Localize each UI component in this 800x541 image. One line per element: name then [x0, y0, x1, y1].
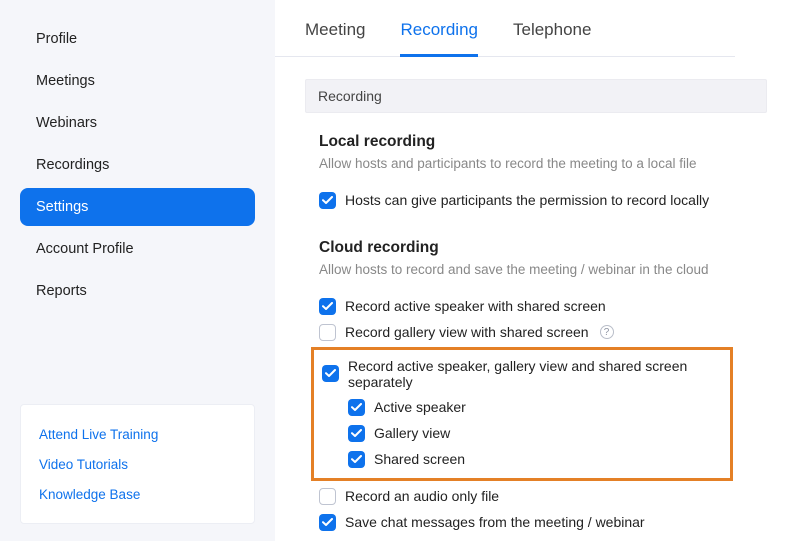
help-box: Attend Live Training Video Tutorials Kno… [20, 404, 255, 524]
opt-label: Hosts can give participants the permissi… [345, 192, 709, 208]
opt-label: Active speaker [374, 399, 466, 415]
section-cloud-recording: Cloud recording Allow hosts to record an… [275, 213, 800, 535]
checkbox-icon[interactable] [348, 425, 365, 442]
highlighted-options: Record active speaker, gallery view and … [311, 347, 733, 481]
section-local-recording: Local recording Allow hosts and particip… [275, 113, 800, 213]
opt-record-active-speaker-shared[interactable]: Record active speaker with shared screen [319, 293, 800, 319]
opt-hosts-give-permission[interactable]: Hosts can give participants the permissi… [319, 187, 800, 213]
opt-label: Gallery view [374, 425, 450, 441]
opt-record-separately[interactable]: Record active speaker, gallery view and … [318, 353, 726, 394]
opt-label: Record gallery view with shared screen [345, 324, 589, 340]
help-link-knowledge-base[interactable]: Knowledge Base [35, 479, 240, 509]
checkbox-icon[interactable] [319, 324, 336, 341]
opt-label: Shared screen [374, 451, 465, 467]
cloud-recording-desc: Allow hosts to record and save the meeti… [319, 261, 800, 279]
help-icon[interactable]: ? [600, 325, 614, 339]
sidebar: Profile Meetings Webinars Recordings Set… [0, 0, 275, 541]
sidebar-item-webinars[interactable]: Webinars [20, 104, 255, 142]
sidebar-nav: Profile Meetings Webinars Recordings Set… [20, 18, 255, 312]
checkbox-icon[interactable] [348, 399, 365, 416]
checkbox-icon[interactable] [319, 488, 336, 505]
tab-telephone[interactable]: Telephone [513, 20, 591, 57]
opt-label: Save chat messages from the meeting / we… [345, 514, 645, 530]
main-content: Meeting Recording Telephone Recording Lo… [275, 0, 800, 541]
help-link-training[interactable]: Attend Live Training [35, 419, 240, 449]
tab-meeting[interactable]: Meeting [305, 20, 365, 57]
opt-label: Record active speaker, gallery view and … [348, 358, 726, 390]
help-link-video-tutorials[interactable]: Video Tutorials [35, 449, 240, 479]
tabs: Meeting Recording Telephone [275, 0, 735, 57]
opt-save-chat[interactable]: Save chat messages from the meeting / we… [319, 509, 800, 535]
opt-sub-gallery-view[interactable]: Gallery view [318, 420, 726, 446]
opt-record-audio-only[interactable]: Record an audio only file [319, 483, 800, 509]
opt-sub-shared-screen[interactable]: Shared screen [318, 446, 726, 472]
local-recording-desc: Allow hosts and participants to record t… [319, 155, 800, 173]
checkbox-icon[interactable] [348, 451, 365, 468]
opt-label: Record active speaker with shared screen [345, 298, 606, 314]
opt-label: Record an audio only file [345, 488, 499, 504]
sidebar-item-reports[interactable]: Reports [20, 272, 255, 310]
checkbox-icon[interactable] [319, 298, 336, 315]
opt-sub-active-speaker[interactable]: Active speaker [318, 394, 726, 420]
opt-record-gallery-shared[interactable]: Record gallery view with shared screen ? [319, 319, 800, 345]
tab-recording[interactable]: Recording [400, 20, 478, 57]
sidebar-item-account-profile[interactable]: Account Profile [20, 230, 255, 268]
sidebar-item-meetings[interactable]: Meetings [20, 62, 255, 100]
sidebar-item-settings[interactable]: Settings [20, 188, 255, 226]
sidebar-item-recordings[interactable]: Recordings [20, 146, 255, 184]
sidebar-item-profile[interactable]: Profile [20, 20, 255, 58]
local-recording-title: Local recording [319, 133, 800, 151]
checkbox-icon[interactable] [319, 192, 336, 209]
cloud-recording-title: Cloud recording [319, 239, 800, 257]
section-band-recording: Recording [305, 79, 767, 113]
checkbox-icon[interactable] [319, 514, 336, 531]
checkbox-icon[interactable] [322, 365, 339, 382]
